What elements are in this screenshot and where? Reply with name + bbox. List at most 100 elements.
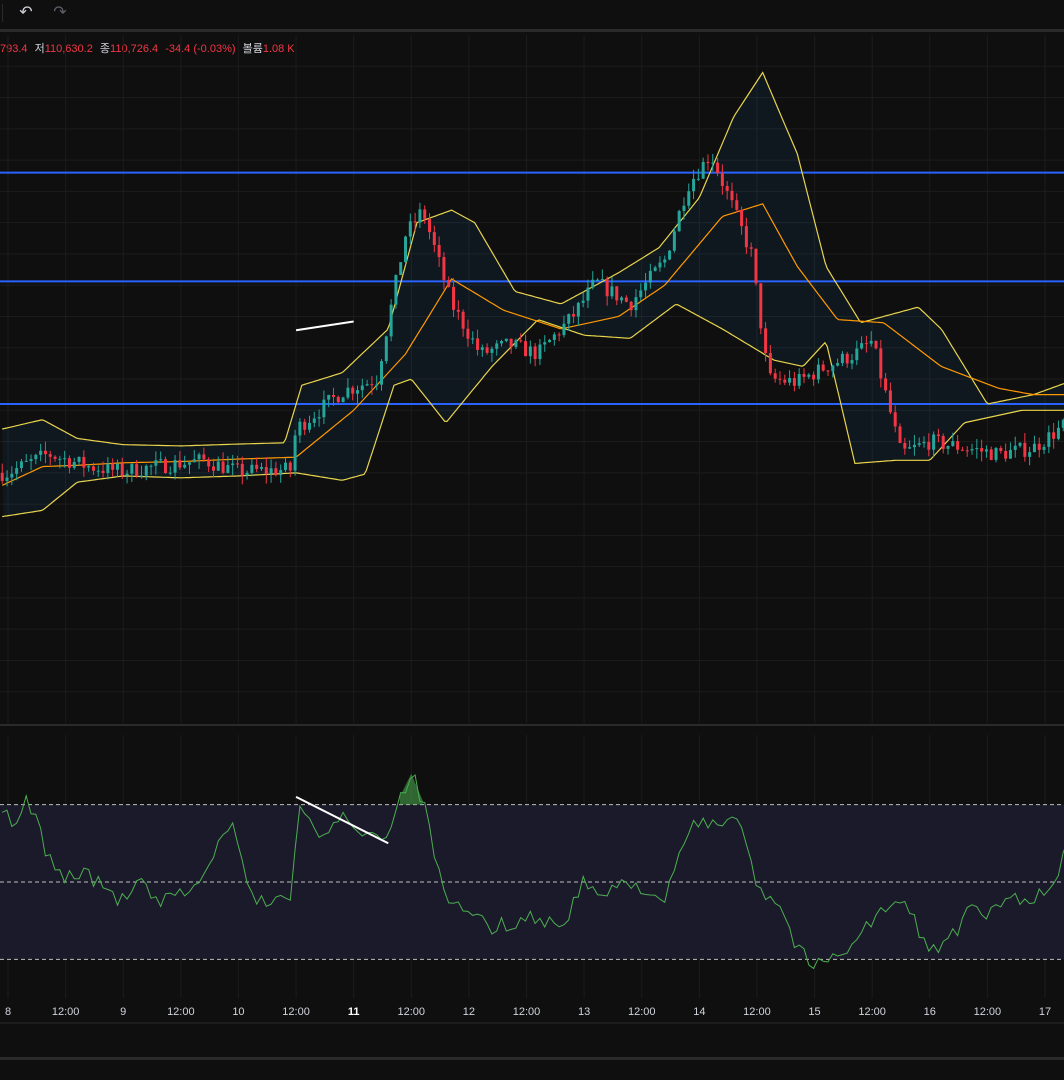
candle-body bbox=[5, 477, 9, 481]
candle-body bbox=[495, 343, 499, 349]
candle-body bbox=[1032, 443, 1036, 453]
candle-body bbox=[408, 221, 412, 237]
price-trend-line bbox=[295, 320, 354, 332]
candle-body bbox=[154, 460, 158, 466]
candle-body bbox=[240, 463, 244, 476]
candle-body bbox=[437, 244, 441, 258]
candle-body bbox=[672, 231, 676, 251]
candle-body bbox=[624, 297, 628, 302]
candle-body bbox=[452, 286, 456, 310]
candle-body bbox=[927, 441, 931, 450]
candle-body bbox=[298, 421, 302, 436]
candle-body bbox=[207, 459, 211, 467]
candle-body bbox=[106, 463, 110, 473]
candle-body bbox=[989, 449, 993, 460]
candle-body bbox=[235, 463, 239, 465]
candle-body bbox=[696, 178, 700, 180]
candle-body bbox=[456, 309, 460, 312]
candle-body bbox=[149, 465, 153, 467]
candle-body bbox=[490, 348, 494, 353]
candle-body bbox=[380, 361, 384, 385]
candle-body bbox=[187, 462, 191, 465]
candle-body bbox=[384, 336, 388, 362]
x-axis-tick-label: 12:00 bbox=[628, 1006, 656, 1018]
candle-body bbox=[644, 282, 648, 291]
candle-body bbox=[1047, 432, 1051, 447]
candle-body bbox=[0, 472, 4, 481]
candle-body bbox=[307, 422, 311, 430]
candle-body bbox=[725, 185, 729, 191]
candle-body bbox=[744, 226, 748, 248]
candle-body bbox=[850, 360, 854, 364]
candle-body bbox=[327, 394, 331, 400]
candle-body bbox=[788, 377, 792, 383]
candle-body bbox=[399, 262, 403, 276]
x-axis-tick-label: 12:00 bbox=[974, 1006, 1002, 1018]
x-axis-tick-label: 14 bbox=[693, 1006, 705, 1018]
candle-body bbox=[567, 314, 571, 324]
candle-body bbox=[663, 259, 667, 263]
candle-body bbox=[768, 353, 772, 374]
price-chart[interactable]: 8 12:00 9 12:00 10 12:00 11 12:00 12 12:00 13 12:00… bbox=[0, 0, 1064, 1080]
candle-body bbox=[197, 454, 201, 460]
candle-body bbox=[413, 221, 417, 223]
candle-body bbox=[442, 257, 446, 280]
candle-body bbox=[423, 209, 427, 219]
candle-body bbox=[596, 279, 600, 281]
candle-body bbox=[216, 461, 220, 471]
candle-body bbox=[941, 435, 945, 449]
x-axis-tick-label: 9 bbox=[120, 1006, 126, 1018]
candle-body bbox=[428, 218, 432, 233]
candle-body bbox=[1004, 451, 1008, 459]
candle-body bbox=[332, 394, 336, 397]
candle-body bbox=[668, 250, 672, 260]
candle-body bbox=[984, 449, 988, 452]
candle-body bbox=[480, 347, 484, 350]
x-axis-tick-label: 12:00 bbox=[282, 1006, 310, 1018]
candle-body bbox=[951, 441, 955, 446]
candle-body bbox=[1052, 432, 1056, 439]
candle-body bbox=[514, 340, 518, 347]
candle-body bbox=[605, 279, 609, 297]
candle-body bbox=[500, 340, 504, 344]
candle-body bbox=[394, 275, 398, 305]
x-axis-tick-label: 12:00 bbox=[858, 1006, 886, 1018]
candle-body bbox=[1037, 443, 1041, 450]
x-axis-tick-label: 8 bbox=[5, 1006, 11, 1018]
candle-body bbox=[802, 373, 806, 377]
candle-body bbox=[15, 468, 19, 474]
candle-body bbox=[807, 374, 811, 377]
candle-body bbox=[303, 421, 307, 430]
bottom-divider-line bbox=[0, 1057, 1064, 1060]
candle-body bbox=[72, 461, 76, 468]
x-axis-tick-label: 15 bbox=[808, 1006, 820, 1018]
candle-body bbox=[629, 301, 633, 311]
candle-body bbox=[221, 461, 225, 473]
candle-body bbox=[610, 286, 614, 297]
x-axis-tick-label: 12:00 bbox=[398, 1006, 426, 1018]
candle-body bbox=[144, 465, 148, 476]
candle-body bbox=[893, 412, 897, 427]
candle-body bbox=[346, 387, 350, 398]
candle-body bbox=[888, 390, 892, 413]
candle-body bbox=[716, 162, 720, 174]
candle-body bbox=[970, 449, 974, 451]
candle-body bbox=[812, 374, 816, 380]
candle-body bbox=[648, 270, 652, 283]
candle-body bbox=[687, 191, 691, 206]
candle-body bbox=[418, 209, 422, 223]
candle-body bbox=[975, 448, 979, 450]
candle-body bbox=[130, 464, 134, 474]
candle-body bbox=[29, 459, 33, 461]
candle-body bbox=[53, 456, 57, 459]
candle-body bbox=[293, 435, 297, 471]
candle-body bbox=[543, 342, 547, 345]
candle-body bbox=[476, 338, 480, 350]
candle-body bbox=[356, 390, 360, 394]
candle-body bbox=[639, 290, 643, 298]
candle-body bbox=[245, 472, 249, 476]
candle-body bbox=[1018, 442, 1022, 446]
candle-body bbox=[879, 348, 883, 379]
candle-body bbox=[101, 470, 105, 473]
candle-body bbox=[173, 459, 177, 473]
